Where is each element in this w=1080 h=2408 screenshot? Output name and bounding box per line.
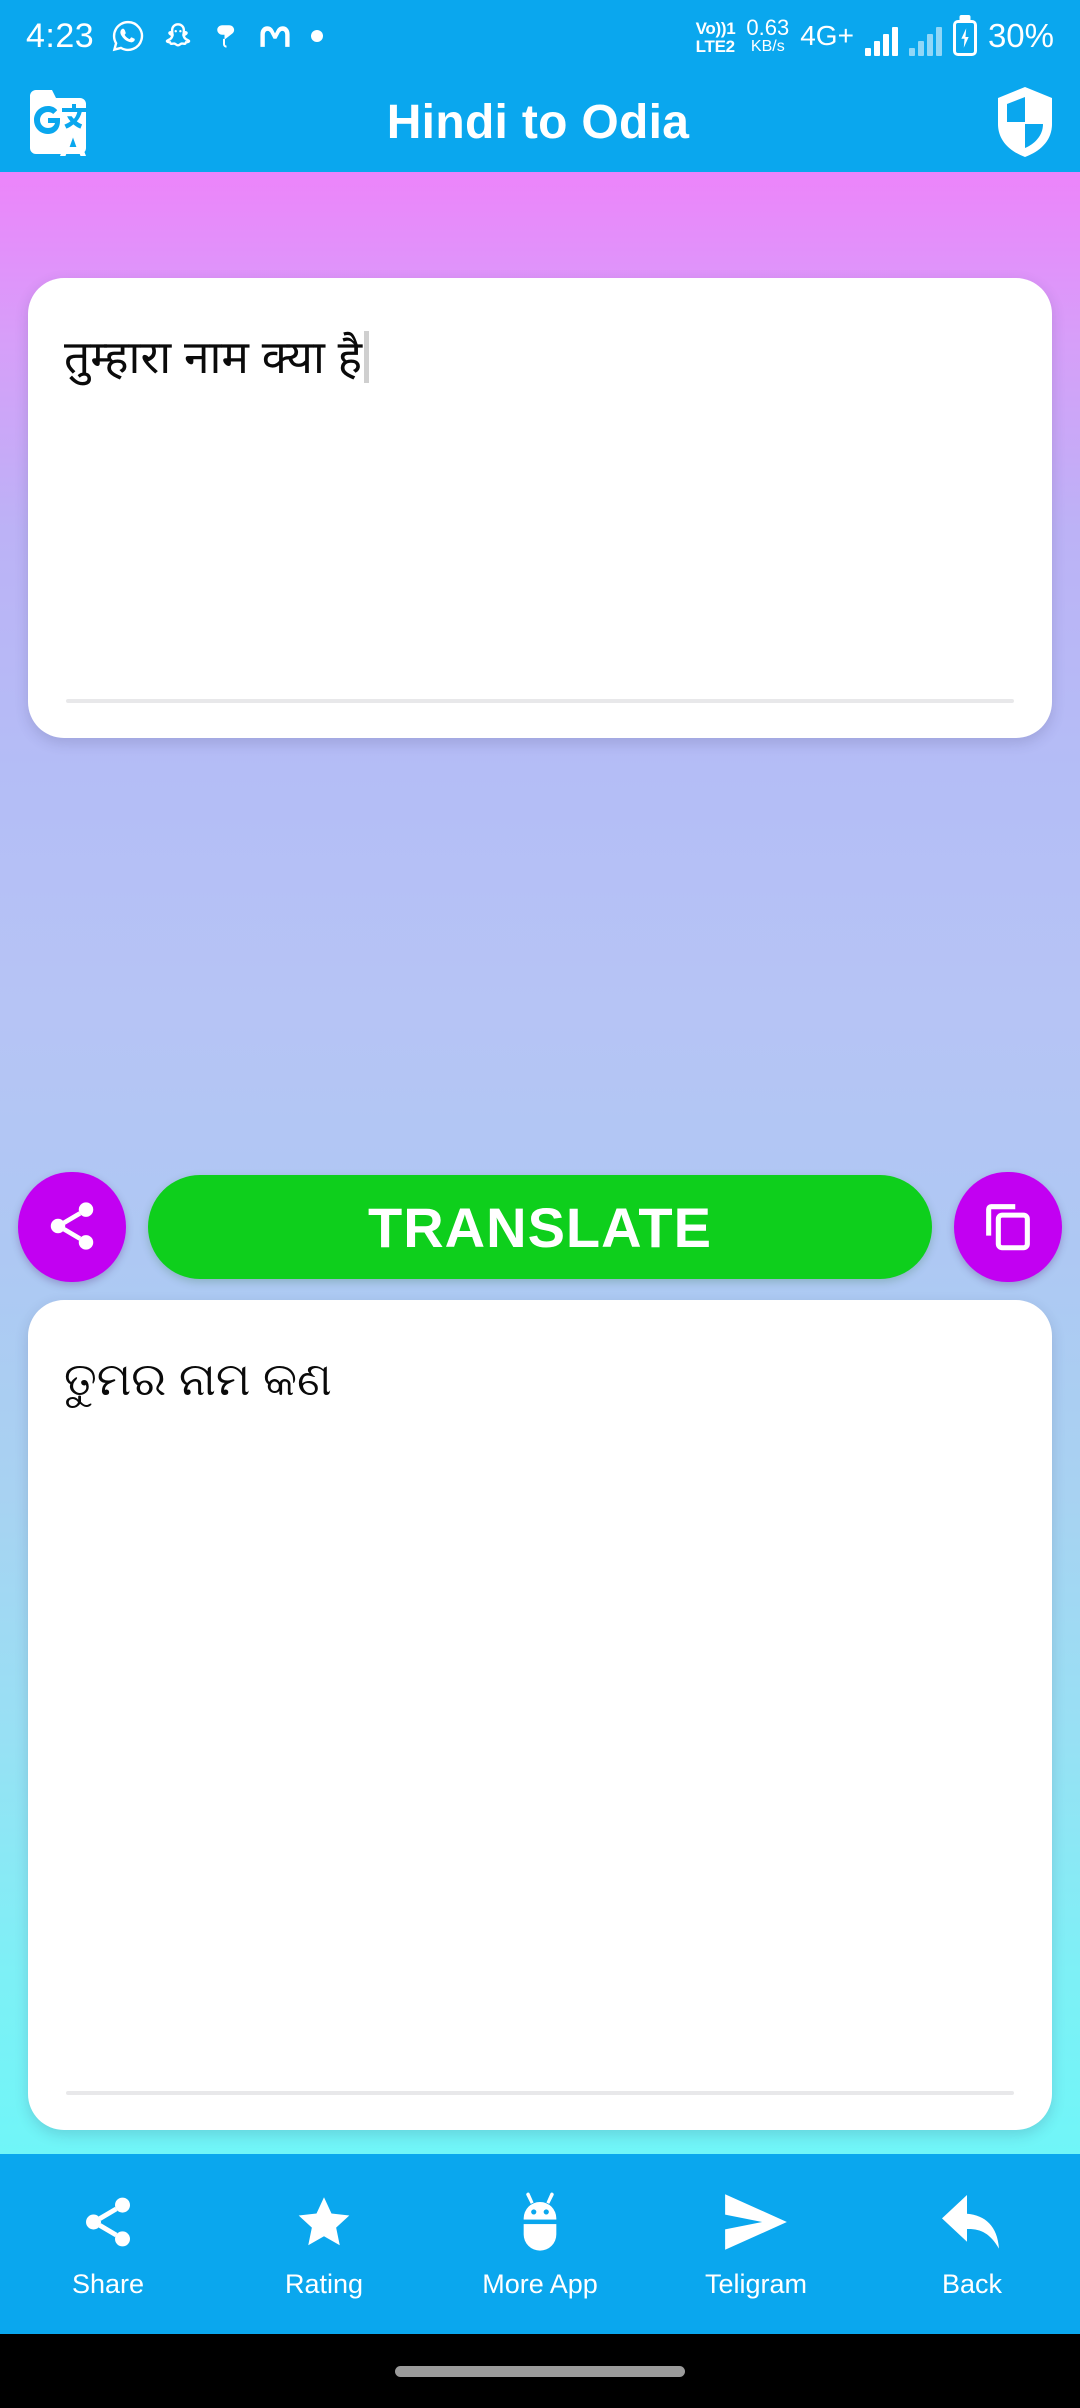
copy-icon (979, 1197, 1037, 1258)
network-speed-unit: KB/s (750, 38, 785, 56)
snapchat-icon (162, 20, 194, 52)
nav-label-share: Share (71, 2268, 145, 2299)
status-bar-clock: 4:23 (26, 16, 95, 55)
translated-text-value: ତୁମର ନାମ କଣ (64, 1353, 332, 1405)
network-speed-value: 0.63 (746, 15, 790, 41)
dot-icon (309, 28, 325, 44)
m-app-icon (258, 22, 292, 50)
nav-label-more-app: More App (482, 2268, 598, 2299)
translated-text-underline (66, 2091, 1014, 2095)
battery-percent-label: 30% (987, 16, 1054, 54)
nav-item-telegram[interactable]: Teligram (648, 2189, 864, 2300)
nav-label-telegram: Teligram (704, 2268, 808, 2299)
share-icon (44, 1198, 100, 1257)
nav-item-back[interactable]: Back (864, 2189, 1080, 2300)
android-robot-icon (512, 2189, 568, 2255)
nav-item-share[interactable]: Share (0, 2189, 216, 2300)
nav-item-more-app[interactable]: More App (432, 2189, 648, 2300)
volte-line-1: Vo))1 (695, 19, 736, 39)
network-type-label: 4G+ (800, 19, 854, 51)
network-speed: 0.63 KB/s (746, 16, 789, 56)
whatsapp-icon (111, 19, 145, 53)
source-text-card[interactable]: तुम्हारा नाम क्या है (28, 278, 1052, 738)
action-row: TRANSLATE (0, 1172, 1080, 1282)
back-arrow-icon (940, 2189, 1004, 2255)
status-bar-left: 4:23 (26, 17, 325, 56)
bottom-nav-bar: Share Rating More App Teligram Back (0, 2154, 1080, 2334)
app-screen: 4:23 Vo))1 LTE2 0.63 KB/s 4G+ 30% Hindi … (0, 0, 1080, 2408)
translated-text-card[interactable]: ତୁମର ନାମ କଣ (28, 1300, 1052, 2130)
source-text-underline (66, 699, 1014, 703)
translate-button[interactable]: TRANSLATE (148, 1175, 932, 1279)
signal-bars-sim2 (908, 26, 942, 56)
status-bar-right: Vo))1 LTE2 0.63 KB/s 4G+ 30% (696, 16, 1054, 56)
bird-icon (211, 21, 241, 51)
shield-icon[interactable] (992, 84, 1058, 160)
app-bar: Hindi to Odia (0, 72, 1080, 172)
copy-button[interactable] (954, 1172, 1062, 1282)
battery-charging-icon (952, 19, 977, 56)
share-button[interactable] (18, 1172, 126, 1282)
star-icon (293, 2189, 355, 2255)
volte-indicator: Vo))1 LTE2 (696, 20, 736, 56)
gesture-nav-bar (0, 2334, 1080, 2408)
nav-label-back: Back (941, 2268, 1003, 2299)
signal-bars-sim1 (864, 26, 898, 56)
nav-label-rating: Rating (284, 2268, 364, 2299)
share-icon (79, 2189, 137, 2255)
volte-line-2: LTE2 (695, 37, 735, 57)
nav-item-rating[interactable]: Rating (216, 2189, 432, 2300)
text-caret (364, 331, 370, 383)
status-bar: 4:23 Vo))1 LTE2 0.63 KB/s 4G+ 30% (0, 0, 1080, 72)
source-text-value[interactable]: तुम्हारा नाम क्या है (64, 326, 362, 388)
page-title: Hindi to Odia (386, 95, 690, 149)
telegram-send-icon (721, 2189, 791, 2255)
gesture-pill[interactable] (395, 2365, 685, 2377)
